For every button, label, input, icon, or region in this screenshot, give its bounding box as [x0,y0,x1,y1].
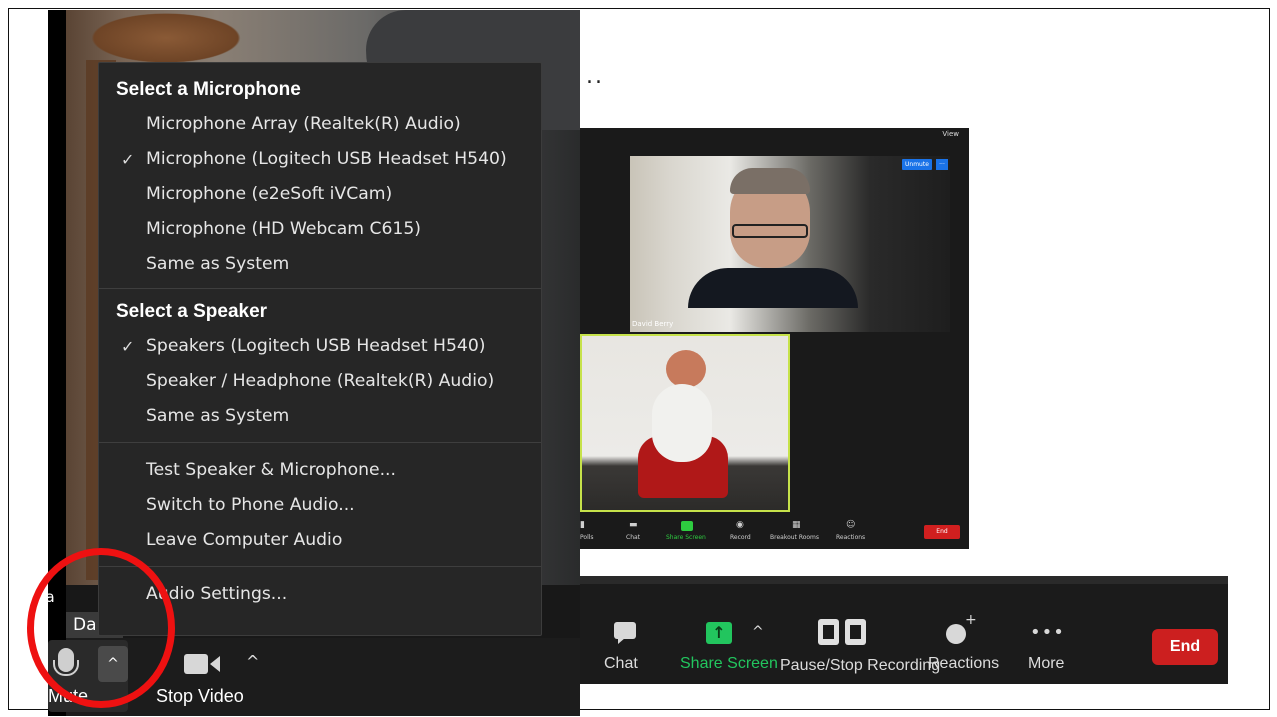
menu-item-microphone-ivcam[interactable]: Microphone (e2eSoft iVCam) [99,177,541,212]
reactions-button[interactable]: Reactions [928,655,999,673]
checkmark-icon: ✓ [121,337,135,356]
stop-video-label[interactable]: Stop Video [156,686,244,707]
tile-more-button[interactable]: ··· [936,159,948,170]
polls-icon[interactable]: ▮ [580,520,585,530]
menu-item-label: Same as System [146,406,290,426]
record-button[interactable]: Record [730,534,751,541]
menu-item-test-speaker-microphone[interactable]: Test Speaker & Microphone... [99,453,541,488]
reactions-icon[interactable]: ☺ [846,520,855,530]
menu-item-speaker-same-as-system[interactable]: Same as System [99,399,541,434]
unmute-button[interactable]: Unmute [902,159,932,170]
share-screen-icon[interactable]: ↑ [706,622,732,644]
menu-item-leave-computer-audio[interactable]: Leave Computer Audio [99,523,541,558]
participant-face [730,168,810,268]
pause-stop-recording-icon[interactable] [818,619,866,645]
more-icon[interactable]: ••• [1030,622,1065,643]
video-camera-icon[interactable] [184,654,220,674]
menu-item-label: Speaker / Headphone (Realtek(R) Audio) [146,371,495,391]
meeting-toolbar-small: ▮ Polls ▬ Chat Share Screen ◉ Record ▦ B… [580,514,969,549]
speaker-heading: Select a Speaker [116,301,268,322]
breakout-rooms-icon[interactable]: ▦ [792,520,801,530]
share-screen-button[interactable]: Share Screen [666,534,706,541]
share-options-caret[interactable]: ^ [752,624,764,640]
share-screen-button[interactable]: Share Screen [680,655,778,673]
view-button[interactable]: View [942,130,959,138]
gnome-nose [666,350,706,388]
menu-item-microphone-array[interactable]: Microphone Array (Realtek(R) Audio) [99,107,541,142]
menu-item-microphone-logitech[interactable]: ✓ Microphone (Logitech USB Headset H540) [99,142,541,177]
menu-item-speaker-logitech[interactable]: ✓ Speakers (Logitech USB Headset H540) [99,329,541,364]
menu-item-speaker-realtek[interactable]: Speaker / Headphone (Realtek(R) Audio) [99,364,541,399]
gnome-beard [652,384,712,462]
share-screen-icon[interactable] [681,521,693,531]
chat-icon[interactable] [614,622,636,644]
microphone-heading: Select a Microphone [116,79,301,100]
video-options-caret-button[interactable]: ^ [246,652,259,671]
chat-button[interactable]: Chat [626,534,640,541]
breakout-rooms-button[interactable]: Breakout Rooms [770,534,819,541]
polls-button[interactable]: Polls [580,534,594,541]
microphone-section: Select a Microphone Microphone Array (Re… [99,63,541,289]
chat-button[interactable]: Chat [604,655,638,673]
menu-item-switch-to-phone-audio[interactable]: Switch to Phone Audio... [99,488,541,523]
audio-actions-section: Test Speaker & Microphone... Switch to P… [99,443,541,567]
menu-item-label: Microphone Array (Realtek(R) Audio) [146,114,461,134]
record-icon[interactable]: ◉ [736,520,744,530]
end-button-small[interactable]: End [924,525,960,539]
reactions-button[interactable]: Reactions [836,534,865,541]
zoom-window-gallery: View David Berry Unmute ··· ▮ Polls ▬ Ch… [580,128,969,549]
active-speaker-video-tile [580,334,790,512]
menu-item-label: Microphone (HD Webcam C615) [146,219,422,239]
end-meeting-button[interactable]: End [1152,629,1218,665]
menu-item-microphone-webcam[interactable]: Microphone (HD Webcam C615) [99,212,541,247]
audio-settings-menu: Select a Microphone Microphone Array (Re… [98,62,542,636]
checkmark-icon: ✓ [121,150,135,169]
speaker-section: Select a Speaker ✓ Speakers (Logitech USB… [99,289,541,443]
menu-item-label: Microphone (Logitech USB Headset H540) [146,149,507,169]
menu-item-label: Same as System [146,254,290,274]
menu-item-label: Speakers (Logitech USB Headset H540) [146,336,486,356]
menu-item-label: Microphone (e2eSoft iVCam) [146,184,393,204]
participant-body [688,268,858,308]
participant-glasses [732,224,808,238]
more-button[interactable]: More [1028,655,1064,673]
highlight-circle [27,548,175,708]
pause-stop-recording-button[interactable]: Pause/Stop Recording [780,657,940,675]
reactions-icon[interactable] [946,612,977,644]
menu-item-microphone-same-as-system[interactable]: Same as System [99,247,541,282]
chat-icon[interactable]: ▬ [629,520,638,530]
participant-name-label: David Berry [632,320,674,328]
slide-ellipsis: .. [586,64,604,89]
